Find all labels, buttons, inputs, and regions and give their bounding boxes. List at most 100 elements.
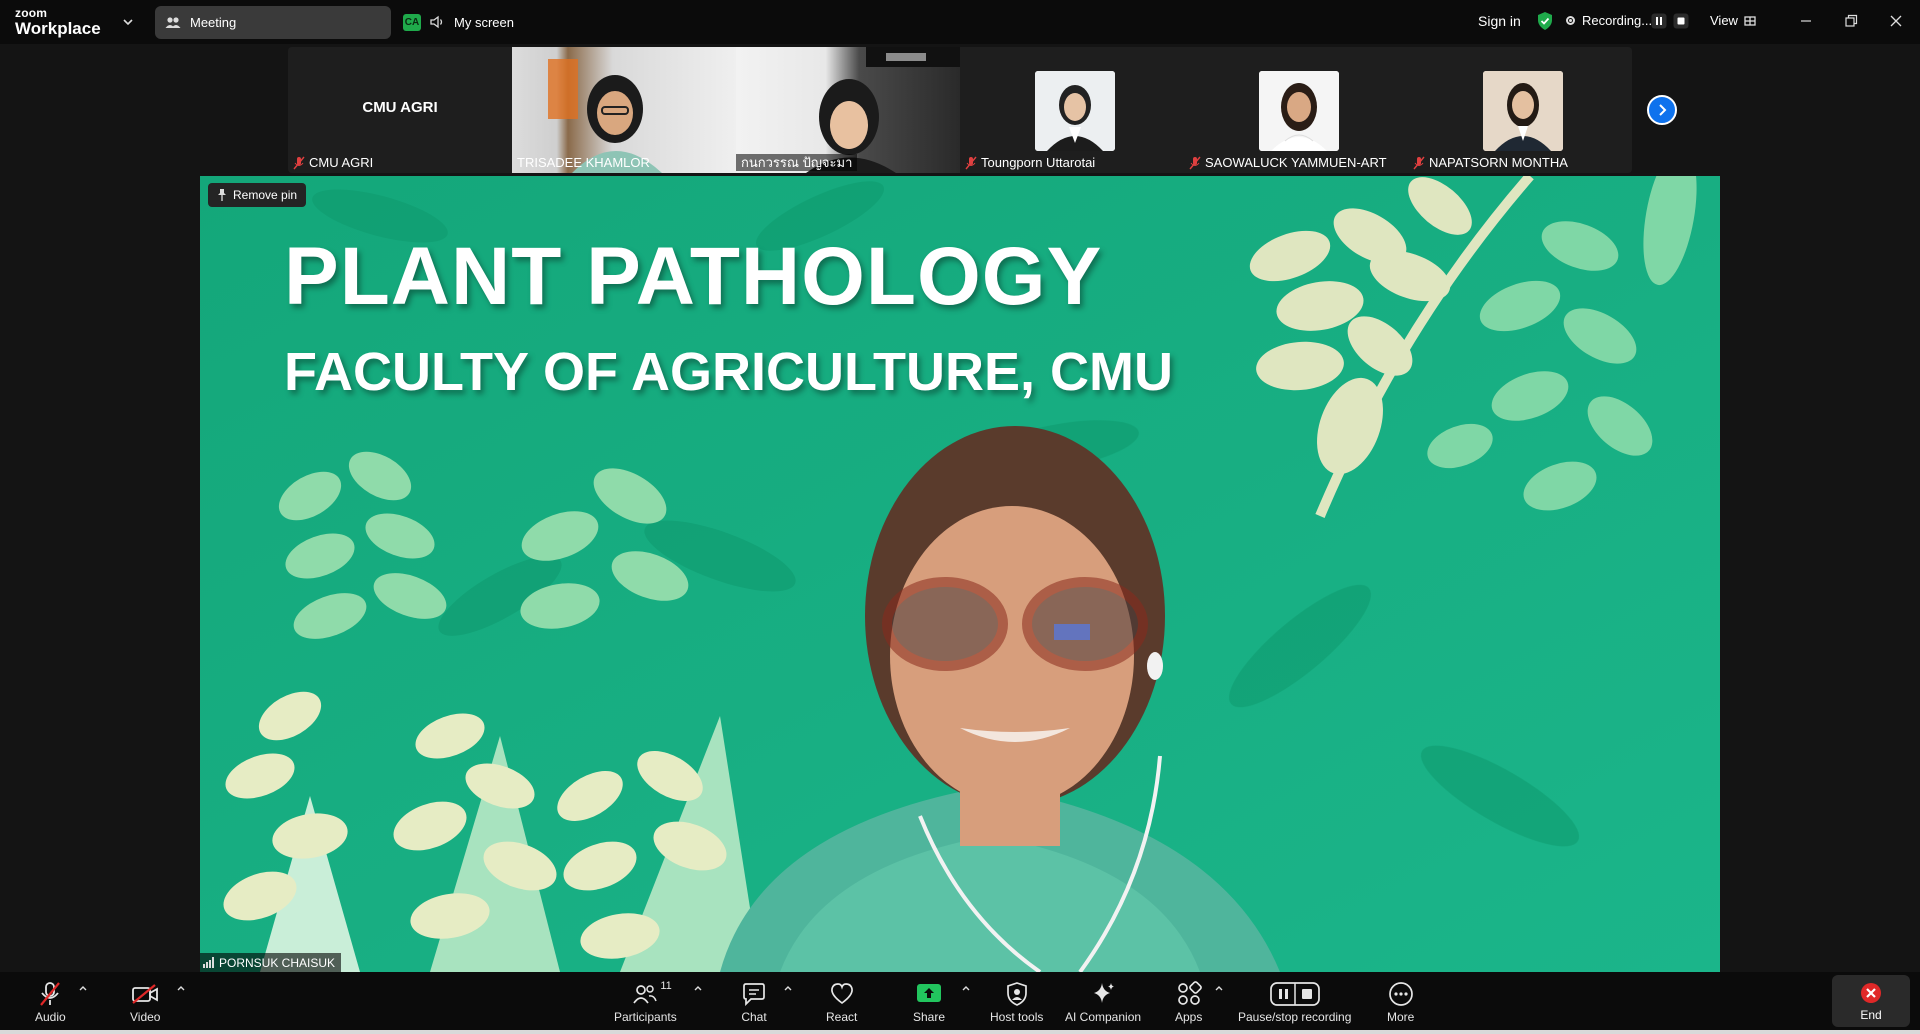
- participant-name-bar: CMU AGRI: [288, 154, 378, 171]
- brand-zoom: zoom: [15, 6, 48, 20]
- participant-name: SAOWALUCK YAMMUEN-ART: [1205, 155, 1387, 170]
- view-label: View: [1710, 13, 1738, 28]
- active-speaker-name: PORNSUK CHAISUK: [219, 955, 336, 970]
- pause-stop-recording-label: Pause/stop recording: [1238, 1010, 1352, 1024]
- share-screen-icon: [917, 984, 942, 1002]
- active-speaker-video[interactable]: PLANT PATHOLOGY FACULTY OF AGRICULTURE, …: [200, 176, 1720, 972]
- next-page-button[interactable]: [1647, 95, 1677, 125]
- pause-recording-icon[interactable]: [1651, 13, 1667, 29]
- apps-button[interactable]: Apps: [1175, 980, 1202, 1024]
- ai-sparkle-icon: [1094, 983, 1115, 1003]
- recording-status: Recording...: [1582, 13, 1653, 28]
- participant-tile[interactable]: SAOWALUCK YAMMUEN-ART: [1184, 47, 1408, 173]
- participants-label: Participants: [614, 1010, 677, 1024]
- participant-name-bar: NAPATSORN MONTHA: [1408, 154, 1573, 171]
- slide-title: PLANT PATHOLOGY: [284, 231, 1103, 322]
- video-label: Video: [130, 1010, 161, 1024]
- participant-name: กนกวรรณ ปัญจะมา: [741, 155, 853, 170]
- participant-tile[interactable]: CMU AGRI CMU AGRI: [288, 47, 512, 173]
- host-tools-label: Host tools: [990, 1010, 1044, 1024]
- end-label: End: [1860, 1007, 1882, 1022]
- share-avatar-badge: CA: [403, 14, 421, 31]
- video-options-caret-icon[interactable]: [176, 984, 186, 992]
- stop-recording-icon[interactable]: [1673, 13, 1689, 29]
- chevron-right-icon: [1659, 104, 1667, 116]
- chat-button[interactable]: Chat: [741, 980, 767, 1024]
- react-label: React: [826, 1010, 858, 1024]
- zoom-workplace-logo[interactable]: zoom Workplace: [15, 7, 101, 37]
- minimize-icon[interactable]: [1796, 11, 1816, 31]
- participant-tile[interactable]: TRISADEE KHAMLOR: [512, 47, 736, 173]
- participant-display-text: CMU AGRI: [362, 99, 438, 116]
- heart-icon: [830, 983, 853, 1005]
- mic-muted-icon: [40, 982, 61, 1006]
- ai-companion-label: AI Companion: [1065, 1010, 1142, 1024]
- participants-button[interactable]: 11 Participants: [614, 980, 677, 1024]
- chat-label: Chat: [741, 1010, 767, 1024]
- mic-muted-icon: [1413, 156, 1425, 169]
- participant-name: NAPATSORN MONTHA: [1429, 155, 1568, 170]
- more-ellipsis-icon: [1388, 982, 1413, 1006]
- window-bottom-border: [0, 1030, 1920, 1034]
- participant-thumbnail-strip: CMU AGRI CMU AGRI TRISADEE KHAMLOR กนกวร…: [288, 47, 1632, 173]
- restore-icon[interactable]: [1841, 11, 1861, 31]
- participant-tile[interactable]: กนกวรรณ ปัญจะมา: [736, 47, 960, 173]
- participant-avatar: [1259, 71, 1339, 151]
- active-speaker-name-bar: PORNSUK CHAISUK: [200, 953, 342, 972]
- participant-avatar: [1483, 71, 1563, 151]
- title-bar: zoom Workplace Meeting CA My screen Sign…: [0, 0, 1920, 44]
- remove-pin-label: Remove pin: [233, 188, 298, 202]
- audio-options-caret-icon[interactable]: [78, 984, 88, 992]
- end-close-icon: [1861, 982, 1881, 1003]
- meeting-icon: [165, 16, 181, 28]
- shared-screen-label[interactable]: My screen: [454, 15, 514, 30]
- audio-label: Audio: [35, 1010, 66, 1024]
- recording-indicator-icon: [1566, 16, 1575, 25]
- participant-name: CMU AGRI: [309, 155, 374, 170]
- participant-name: Toungporn Uttarotai: [981, 155, 1096, 170]
- meeting-controls-toolbar: Audio Video 11 Participants Chat React S…: [0, 972, 1920, 1030]
- more-button[interactable]: More: [1387, 980, 1414, 1024]
- signal-strength-icon: [203, 957, 214, 968]
- share-button[interactable]: Share: [913, 980, 945, 1024]
- pin-icon: [218, 189, 226, 201]
- view-grid-icon: [1744, 15, 1756, 26]
- participants-icon: [633, 985, 658, 1004]
- react-button[interactable]: React: [826, 980, 857, 1024]
- pause-stop-recording-button[interactable]: Pause/stop recording: [1238, 980, 1351, 1024]
- slide-subtitle: FACULTY OF AGRICULTURE, CMU: [284, 342, 1173, 402]
- speaker-icon[interactable]: [430, 15, 446, 29]
- mic-muted-icon: [1189, 156, 1201, 169]
- participant-avatar: [1035, 71, 1115, 151]
- share-options-caret-icon[interactable]: [961, 984, 971, 992]
- participant-name-bar: Toungporn Uttarotai: [960, 154, 1100, 171]
- ai-companion-button[interactable]: AI Companion: [1065, 980, 1141, 1024]
- audio-button[interactable]: Audio: [35, 980, 66, 1024]
- sign-in-link[interactable]: Sign in: [1478, 13, 1521, 29]
- participants-options-caret-icon[interactable]: [693, 984, 703, 992]
- apps-label: Apps: [1175, 1010, 1203, 1024]
- participant-name: TRISADEE KHAMLOR: [517, 155, 650, 170]
- chevron-down-icon[interactable]: [121, 15, 135, 29]
- security-shield-icon[interactable]: [1536, 11, 1554, 31]
- mic-muted-icon: [293, 156, 305, 169]
- mic-muted-icon: [965, 156, 977, 169]
- apps-options-caret-icon[interactable]: [1214, 984, 1224, 992]
- participant-name-bar: SAOWALUCK YAMMUEN-ART: [1184, 154, 1392, 171]
- participant-name-bar: TRISADEE KHAMLOR: [512, 154, 655, 171]
- participant-tile[interactable]: NAPATSORN MONTHA: [1408, 47, 1632, 173]
- video-button[interactable]: Video: [130, 980, 160, 1024]
- host-tools-button[interactable]: Host tools: [990, 980, 1043, 1024]
- close-icon[interactable]: [1886, 11, 1906, 31]
- participant-name-bar: กนกวรรณ ปัญจะมา: [736, 154, 858, 171]
- tab-meeting[interactable]: Meeting: [155, 6, 391, 39]
- view-button[interactable]: View: [1710, 13, 1756, 28]
- end-meeting-button[interactable]: End: [1832, 975, 1910, 1027]
- participant-tile[interactable]: Toungporn Uttarotai: [960, 47, 1184, 173]
- remove-pin-button[interactable]: Remove pin: [208, 183, 307, 207]
- more-label: More: [1387, 1010, 1415, 1024]
- apps-icon: [1177, 981, 1202, 1005]
- chat-icon: [743, 983, 765, 1006]
- chat-options-caret-icon[interactable]: [783, 984, 793, 992]
- share-label: Share: [913, 1010, 946, 1024]
